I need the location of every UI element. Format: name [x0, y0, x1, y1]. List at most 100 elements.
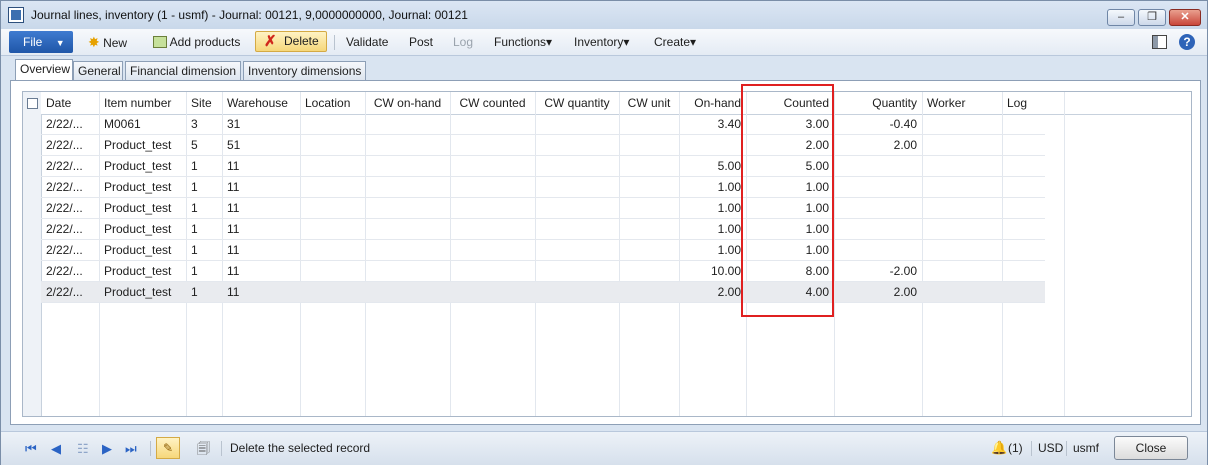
cell-item-number[interactable]: M0061: [99, 114, 186, 134]
cell-counted[interactable]: 2.00: [746, 135, 834, 155]
tab-overview[interactable]: Overview: [15, 59, 73, 82]
cell-date[interactable]: 2/22/...: [41, 198, 99, 218]
cell-site[interactable]: 1: [186, 219, 222, 239]
cell-quantity[interactable]: [834, 177, 922, 197]
bell-icon[interactable]: 🔔: [991, 440, 1007, 456]
cell-on-hand[interactable]: [679, 135, 746, 155]
delete-button[interactable]: ✗ Delete: [255, 31, 327, 52]
table-row[interactable]: 2/22/... Product_test 1 11 2.00 4.00 2.00: [41, 282, 1045, 303]
cell-item-number[interactable]: Product_test: [99, 156, 186, 176]
cell-quantity[interactable]: [834, 156, 922, 176]
cell-site[interactable]: 1: [186, 240, 222, 260]
tab-financial-dimension[interactable]: Financial dimension: [125, 61, 241, 81]
minimize-button[interactable]: –: [1107, 9, 1135, 26]
cell-on-hand[interactable]: 1.00: [679, 240, 746, 260]
cell-quantity[interactable]: [834, 240, 922, 260]
cell-counted[interactable]: 4.00: [746, 282, 834, 302]
cell-site[interactable]: 3: [186, 114, 222, 134]
table-row[interactable]: 2/22/... M0061 3 31 3.40 3.00 -0.40: [41, 114, 1045, 135]
col-cw-counted[interactable]: CW counted: [450, 92, 535, 114]
last-record-icon[interactable]: ⏭: [125, 441, 137, 457]
col-cw-quantity[interactable]: CW quantity: [535, 92, 619, 114]
edit-pencil-icon[interactable]: ✎: [156, 437, 180, 459]
table-row[interactable]: 2/22/... Product_test 1 11 1.00 1.00: [41, 219, 1045, 240]
table-row[interactable]: 2/22/... Product_test 1 11 1.00 1.00: [41, 177, 1045, 198]
cell-on-hand[interactable]: 5.00: [679, 156, 746, 176]
select-all-checkbox[interactable]: [27, 98, 38, 109]
close-window-button[interactable]: ✕: [1169, 9, 1201, 26]
validate-button[interactable]: Validate: [346, 32, 388, 52]
cell-quantity[interactable]: -2.00: [834, 261, 922, 281]
cell-item-number[interactable]: Product_test: [99, 177, 186, 197]
col-cw-unit[interactable]: CW unit: [619, 92, 679, 114]
cell-warehouse[interactable]: 31: [222, 114, 300, 134]
col-quantity[interactable]: Quantity: [834, 92, 922, 114]
cell-date[interactable]: 2/22/...: [41, 114, 99, 134]
next-record-icon[interactable]: ▶: [102, 441, 112, 457]
grid-view-icon[interactable]: ☷: [77, 441, 89, 457]
close-button[interactable]: Close: [1114, 436, 1188, 460]
create-menu[interactable]: Create▾: [654, 32, 696, 52]
table-row[interactable]: 2/22/... Product_test 1 11 1.00 1.00: [41, 240, 1045, 261]
cell-site[interactable]: 1: [186, 156, 222, 176]
cell-date[interactable]: 2/22/...: [41, 156, 99, 176]
cell-warehouse[interactable]: 11: [222, 198, 300, 218]
cell-date[interactable]: 2/22/...: [41, 219, 99, 239]
restore-button[interactable]: ❐: [1138, 9, 1166, 26]
cell-warehouse[interactable]: 51: [222, 135, 300, 155]
tab-inventory-dimensions[interactable]: Inventory dimensions: [243, 61, 366, 81]
cell-on-hand[interactable]: 1.00: [679, 177, 746, 197]
attachment-icon[interactable]: 🗐: [197, 440, 210, 462]
cell-item-number[interactable]: Product_test: [99, 135, 186, 155]
functions-menu[interactable]: Functions▾: [494, 32, 552, 52]
cell-on-hand[interactable]: 2.00: [679, 282, 746, 302]
cell-counted[interactable]: 8.00: [746, 261, 834, 281]
cell-warehouse[interactable]: 11: [222, 177, 300, 197]
post-button[interactable]: Post: [409, 32, 433, 52]
cell-item-number[interactable]: Product_test: [99, 219, 186, 239]
col-site[interactable]: Site: [186, 92, 222, 114]
cell-date[interactable]: 2/22/...: [41, 177, 99, 197]
table-row[interactable]: 2/22/... Product_test 5 51 2.00 2.00: [41, 135, 1045, 156]
table-row[interactable]: 2/22/... Product_test 1 11 5.00 5.00: [41, 156, 1045, 177]
cell-quantity[interactable]: [834, 198, 922, 218]
cell-quantity[interactable]: 2.00: [834, 282, 922, 302]
col-location[interactable]: Location: [300, 92, 365, 114]
cell-counted[interactable]: 1.00: [746, 240, 834, 260]
cell-warehouse[interactable]: 11: [222, 240, 300, 260]
cell-quantity[interactable]: [834, 219, 922, 239]
cell-site[interactable]: 5: [186, 135, 222, 155]
cell-counted[interactable]: 1.00: [746, 198, 834, 218]
cell-item-number[interactable]: Product_test: [99, 240, 186, 260]
notification-count[interactable]: (1): [1008, 441, 1023, 455]
table-row[interactable]: 2/22/... Product_test 1 11 10.00 8.00 -2.00: [41, 261, 1045, 282]
col-item-number[interactable]: Item number: [99, 92, 186, 114]
col-cw-on-hand[interactable]: CW on-hand: [365, 92, 450, 114]
col-log[interactable]: Log: [1002, 92, 1065, 114]
cell-site[interactable]: 1: [186, 177, 222, 197]
cell-site[interactable]: 1: [186, 198, 222, 218]
col-worker[interactable]: Worker: [922, 92, 1002, 114]
cell-date[interactable]: 2/22/...: [41, 282, 99, 302]
inventory-menu[interactable]: Inventory▾: [574, 32, 629, 52]
layout-icon[interactable]: [1152, 35, 1167, 49]
file-menu-button[interactable]: File ▼: [9, 31, 73, 53]
col-on-hand[interactable]: On-hand: [679, 92, 746, 114]
col-warehouse[interactable]: Warehouse: [222, 92, 300, 114]
col-date[interactable]: Date: [41, 92, 99, 114]
cell-site[interactable]: 1: [186, 261, 222, 281]
col-counted[interactable]: Counted: [746, 92, 834, 114]
cell-warehouse[interactable]: 11: [222, 156, 300, 176]
cell-counted[interactable]: 1.00: [746, 219, 834, 239]
table-row[interactable]: 2/22/... Product_test 1 11 1.00 1.00: [41, 198, 1045, 219]
new-button[interactable]: ✸ New: [88, 32, 127, 52]
cell-item-number[interactable]: Product_test: [99, 198, 186, 218]
cell-date[interactable]: 2/22/...: [41, 240, 99, 260]
cell-site[interactable]: 1: [186, 282, 222, 302]
cell-on-hand[interactable]: 1.00: [679, 219, 746, 239]
cell-counted[interactable]: 5.00: [746, 156, 834, 176]
tab-general[interactable]: General: [73, 61, 123, 81]
previous-record-icon[interactable]: ◀: [51, 441, 61, 457]
cell-quantity[interactable]: 2.00: [834, 135, 922, 155]
cell-counted[interactable]: 3.00: [746, 114, 834, 134]
